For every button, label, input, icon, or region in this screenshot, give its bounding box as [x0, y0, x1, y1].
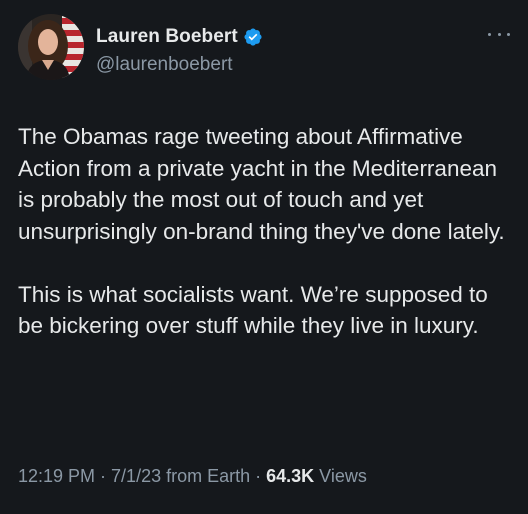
tweet-paragraph: The Obamas rage tweeting about Affirmati… [18, 124, 505, 244]
handle[interactable]: @laurenboebert [96, 54, 233, 76]
meta-separator: · [95, 466, 112, 486]
tweet-source: from Earth [161, 466, 251, 486]
views-label: Views [314, 466, 367, 486]
tweet-date[interactable]: 7/1/23 [111, 466, 161, 486]
tweet-text: The Obamas rage tweeting about Affirmati… [18, 121, 514, 342]
tweet-time[interactable]: 12:19 PM [18, 466, 95, 486]
tweet-card: Lauren Boebert @laurenboebert The Obamas… [0, 0, 528, 514]
profile-photo [18, 14, 84, 80]
avatar[interactable] [18, 14, 84, 80]
meta-separator: · [250, 466, 267, 486]
verified-badge-icon[interactable] [243, 27, 263, 47]
tweet-paragraph: This is what socialists want. We’re supp… [18, 281, 488, 339]
views-count[interactable]: 64.3K [266, 466, 314, 486]
tweet-meta: 12:19 PM · 7/1/23 from Earth · 64.3K Vie… [18, 466, 367, 487]
name-row: Lauren Boebert [96, 24, 263, 50]
display-name[interactable]: Lauren Boebert [96, 26, 238, 48]
more-options-icon[interactable] [488, 30, 510, 38]
